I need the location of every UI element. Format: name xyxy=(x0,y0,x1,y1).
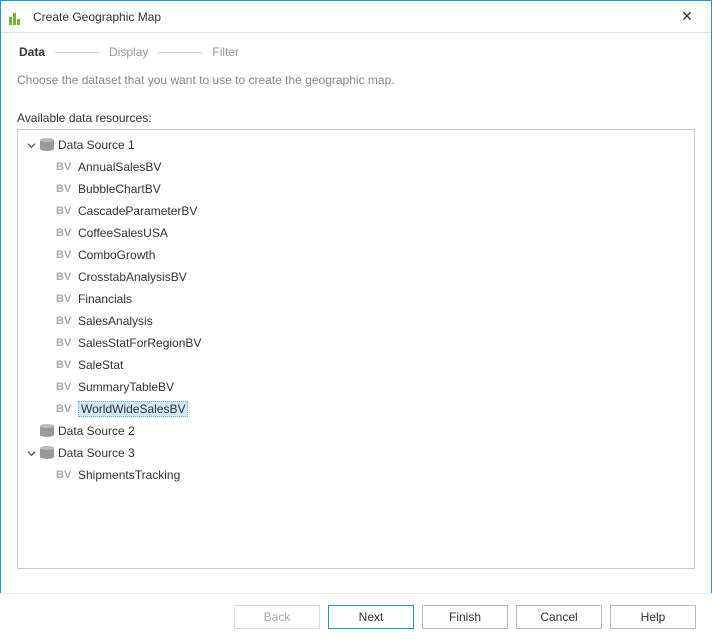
wizard-steps: Data Display Filter xyxy=(17,45,695,59)
tree-item-label: SummaryTableBV xyxy=(78,380,174,394)
tree-item-label: WorldWideSalesBV xyxy=(78,401,188,417)
tree-item-label: AnnualSalesBV xyxy=(78,160,161,174)
help-button[interactable]: Help xyxy=(610,605,696,629)
tree-node-datasource-3[interactable]: Data Source 3 xyxy=(18,442,694,464)
bv-icon: BV xyxy=(56,183,74,195)
datasource-label: Data Source 3 xyxy=(58,446,135,460)
tree-item[interactable]: BV BubbleChartBV xyxy=(18,178,694,200)
tree-item-label: SalesStatForRegionBV xyxy=(78,336,201,350)
tree-item[interactable]: BV SummaryTableBV xyxy=(18,376,694,398)
tree-item-label: ComboGrowth xyxy=(78,248,155,262)
tree-item-label: SaleStat xyxy=(78,358,123,372)
content-area: Data Display Filter Choose the dataset t… xyxy=(1,33,711,569)
tree-item-label: BubbleChartBV xyxy=(78,182,161,196)
step-separator xyxy=(158,52,202,53)
step-data[interactable]: Data xyxy=(17,45,47,59)
bv-icon: BV xyxy=(56,315,74,327)
tree-item[interactable]: BV SaleStat xyxy=(18,354,694,376)
wizard-description: Choose the dataset that you want to use … xyxy=(17,73,695,87)
finish-button[interactable]: Finish xyxy=(422,605,508,629)
datasource-label: Data Source 1 xyxy=(58,138,135,152)
cancel-button[interactable]: Cancel xyxy=(516,605,602,629)
tree-item[interactable]: BV CoffeeSalesUSA xyxy=(18,222,694,244)
tree-item-selected[interactable]: BV WorldWideSalesBV xyxy=(18,398,694,420)
titlebar: Create Geographic Map ✕ xyxy=(1,1,711,33)
chevron-down-icon[interactable] xyxy=(24,446,38,460)
next-button[interactable]: Next xyxy=(328,605,414,629)
tree-item-label: CrosstabAnalysisBV xyxy=(78,270,187,284)
window-title: Create Geographic Map xyxy=(33,10,671,24)
footer: Back Next Finish Cancel Help xyxy=(0,593,712,639)
tree-item[interactable]: BV SalesAnalysis xyxy=(18,310,694,332)
bv-icon: BV xyxy=(56,227,74,239)
bv-icon: BV xyxy=(56,249,74,261)
tree-item[interactable]: BV Financials xyxy=(18,288,694,310)
tree-node-datasource-1[interactable]: Data Source 1 xyxy=(18,134,694,156)
tree-panel[interactable]: Data Source 1 BV AnnualSalesBV BV Bubble… xyxy=(17,129,695,569)
resources-label: Available data resources: xyxy=(17,111,695,125)
step-display[interactable]: Display xyxy=(107,45,150,59)
bv-icon: BV xyxy=(56,205,74,217)
app-icon xyxy=(9,9,25,25)
bv-icon: BV xyxy=(56,381,74,393)
tree-item-label: CoffeeSalesUSA xyxy=(78,226,168,240)
tree-item-label: ShipmentsTracking xyxy=(78,468,180,482)
tree-item-label: SalesAnalysis xyxy=(78,314,153,328)
bv-icon: BV xyxy=(56,403,74,415)
tree-item[interactable]: BV SalesStatForRegionBV xyxy=(18,332,694,354)
bv-icon: BV xyxy=(56,359,74,371)
database-icon xyxy=(40,447,54,459)
tree-node-datasource-2[interactable]: Data Source 2 xyxy=(18,420,694,442)
step-filter[interactable]: Filter xyxy=(210,45,241,59)
bv-icon: BV xyxy=(56,469,74,481)
tree-item[interactable]: BV ComboGrowth xyxy=(18,244,694,266)
bv-icon: BV xyxy=(56,271,74,283)
tree-item-label: Financials xyxy=(78,292,132,306)
back-button: Back xyxy=(234,605,320,629)
bv-icon: BV xyxy=(56,293,74,305)
tree-item[interactable]: BV CrosstabAnalysisBV xyxy=(18,266,694,288)
tree-item[interactable]: BV CascadeParameterBV xyxy=(18,200,694,222)
database-icon xyxy=(40,139,54,151)
bv-icon: BV xyxy=(56,161,74,173)
step-separator xyxy=(55,52,99,53)
tree-item[interactable]: BV AnnualSalesBV xyxy=(18,156,694,178)
tree-item-label: CascadeParameterBV xyxy=(78,204,197,218)
database-icon xyxy=(40,425,54,437)
bv-icon: BV xyxy=(56,337,74,349)
datasource-label: Data Source 2 xyxy=(58,424,135,438)
close-icon[interactable]: ✕ xyxy=(671,1,703,33)
tree-item[interactable]: BV ShipmentsTracking xyxy=(18,464,694,486)
chevron-down-icon[interactable] xyxy=(24,138,38,152)
